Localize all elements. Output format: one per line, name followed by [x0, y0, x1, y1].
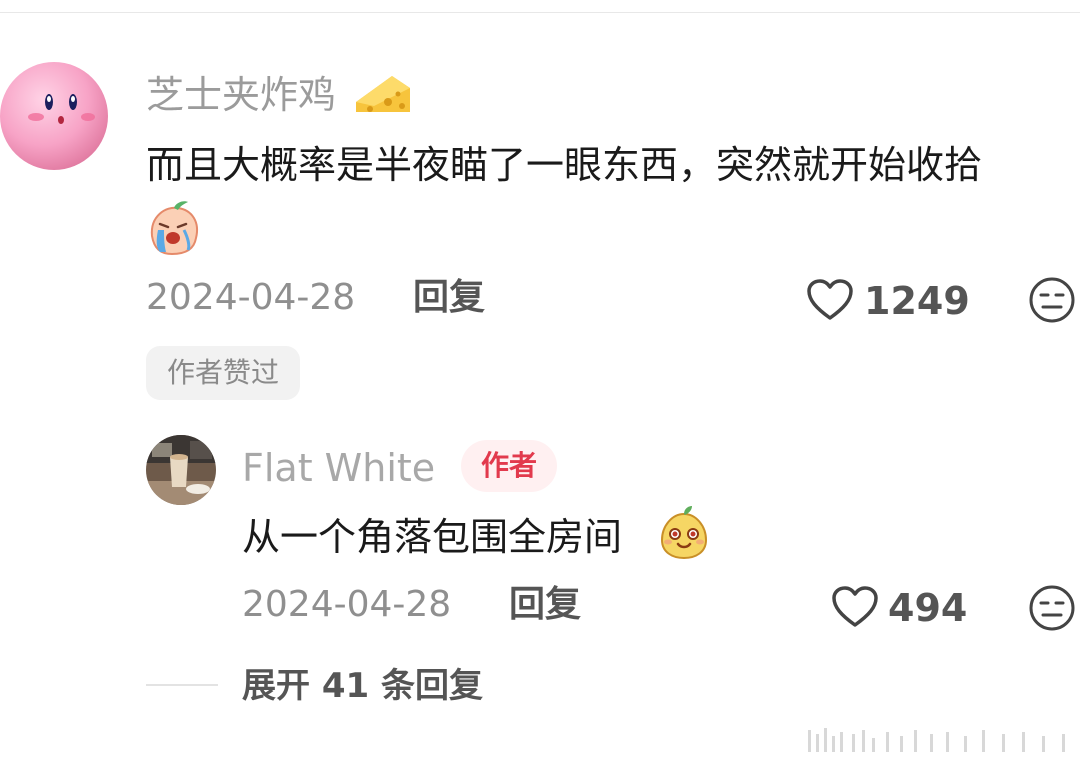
- comment-date: 2024-04-28: [146, 277, 356, 318]
- reply-text: 从一个角落包围全房间: [242, 515, 623, 559]
- comment-username[interactable]: 芝士夹炸鸡: [146, 70, 336, 120]
- liked-by-author-badge: 作者赞过: [146, 346, 300, 400]
- reply-date: 2024-04-28: [242, 584, 452, 625]
- reply-like-count: 494: [888, 586, 968, 630]
- author-badge: 作者: [461, 440, 557, 492]
- top-divider: [0, 12, 1080, 13]
- kirby-avatar[interactable]: [0, 62, 108, 170]
- comment-like-heart-icon[interactable]: [806, 278, 854, 322]
- reply-username[interactable]: Flat White: [242, 443, 435, 493]
- comment-dislike-face-icon[interactable]: [1028, 276, 1076, 324]
- reply-dislike-face-icon[interactable]: [1028, 584, 1076, 632]
- reply-like-heart-icon[interactable]: [831, 585, 879, 629]
- crying-peach-icon: [150, 201, 198, 256]
- reply-reply-button[interactable]: 回复: [509, 583, 581, 627]
- expand-divider: [146, 684, 218, 686]
- expand-replies-button[interactable]: 展开 41 条回复: [242, 664, 483, 708]
- flat-white-avatar[interactable]: [146, 435, 216, 505]
- comment-reply-button[interactable]: 回复: [413, 276, 485, 320]
- cheese-icon: [356, 76, 410, 112]
- watermark-graphic: [808, 728, 1065, 752]
- comment-text: 而且大概率是半夜瞄了一眼东西，突然就开始收拾: [146, 143, 983, 187]
- sly-pear-icon: [660, 506, 708, 560]
- comment-like-count: 1249: [864, 279, 970, 323]
